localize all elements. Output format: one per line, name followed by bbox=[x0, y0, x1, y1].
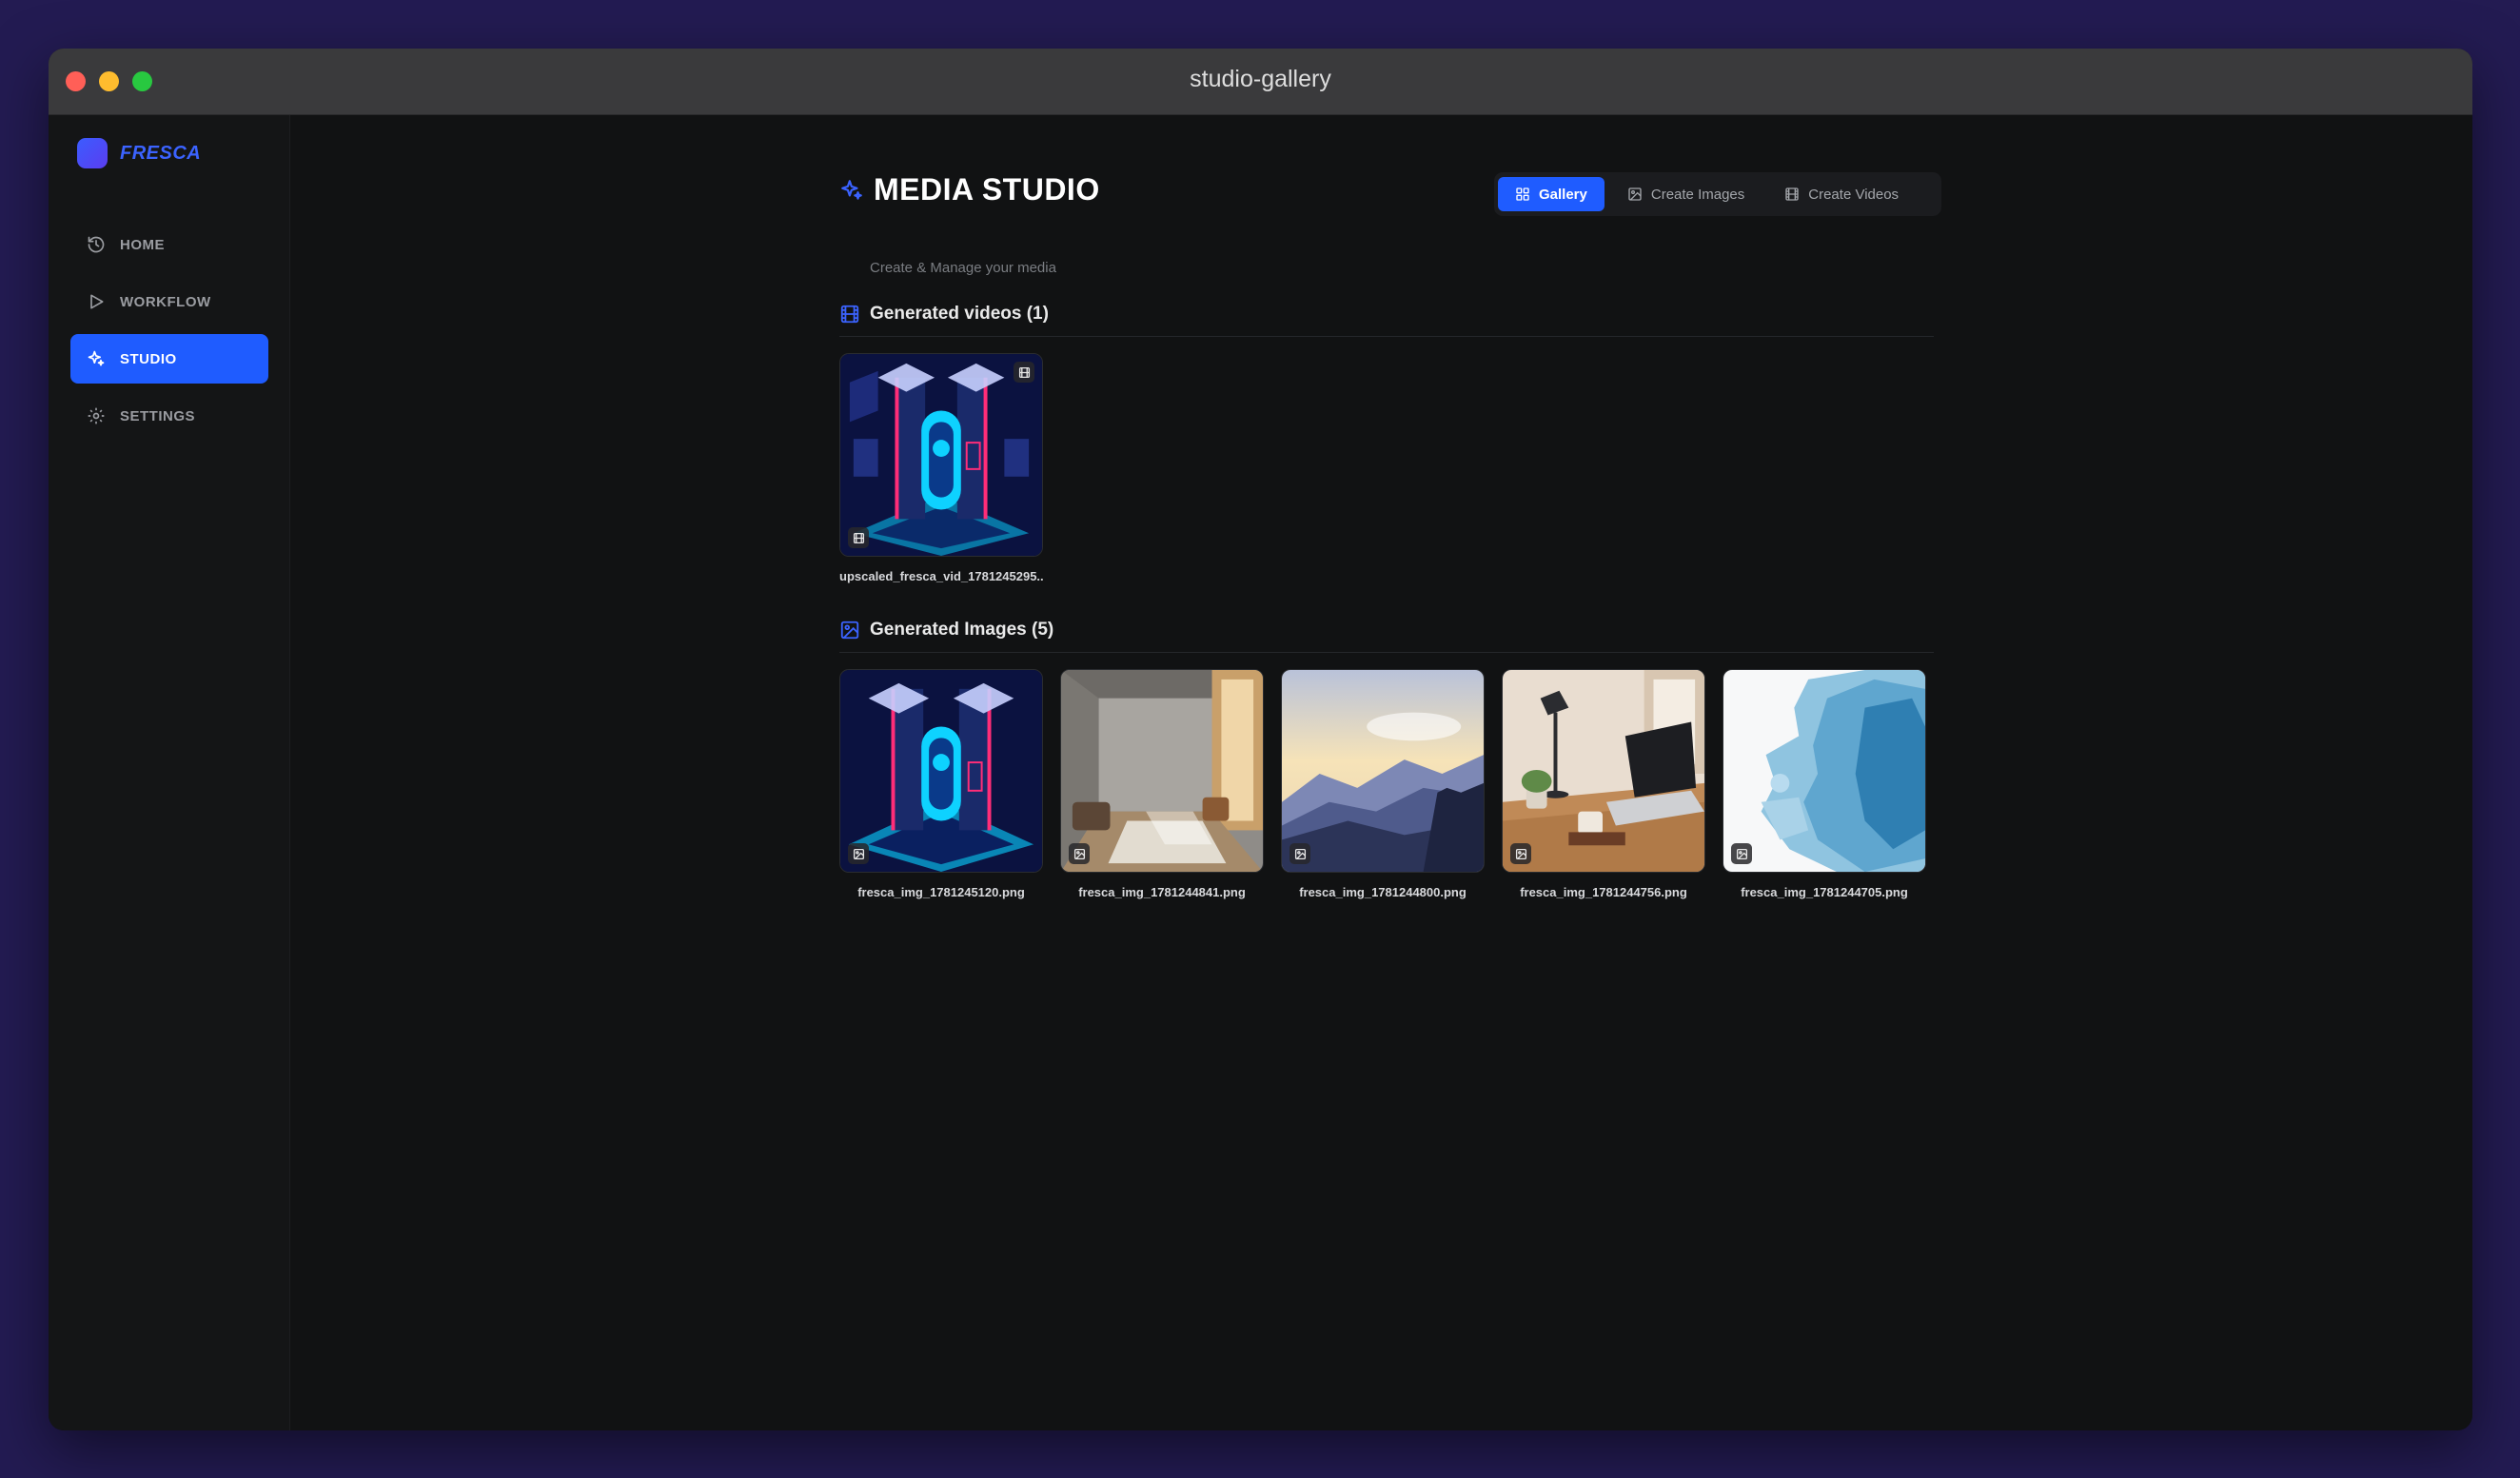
image-card[interactable]: fresca_img_1781244705.png bbox=[1723, 669, 1926, 899]
window-title: studio-gallery bbox=[1190, 66, 1331, 92]
image-filename: fresca_img_1781244841.png bbox=[1078, 885, 1246, 899]
tab-label: Create Images bbox=[1650, 186, 1745, 203]
image-badge bbox=[1069, 843, 1090, 864]
cyber-tower-artwork bbox=[840, 354, 1042, 556]
brand[interactable]: FRESCA bbox=[77, 138, 201, 168]
sidebar-item-label: HOME bbox=[120, 236, 165, 253]
image-thumbnail[interactable] bbox=[1281, 669, 1485, 873]
image-thumbnail[interactable] bbox=[839, 669, 1043, 873]
brand-logo bbox=[77, 138, 108, 168]
brand-name: FRESCA bbox=[120, 142, 202, 164]
gear-icon bbox=[88, 407, 105, 424]
image-card[interactable]: fresca_img_1781245120.png bbox=[839, 669, 1043, 899]
film-icon bbox=[1018, 366, 1030, 378]
sparkles-icon bbox=[841, 179, 862, 200]
tab-label: Create Videos bbox=[1808, 186, 1900, 203]
images-section-title: Generated Images (5) bbox=[870, 620, 1054, 640]
watercolor-splash-artwork bbox=[1723, 670, 1925, 872]
image-filename: fresca_img_1781244800.png bbox=[1299, 885, 1467, 899]
film-icon bbox=[840, 305, 859, 324]
sidebar-item-label: WORKFLOW bbox=[120, 293, 211, 310]
interior-room-artwork bbox=[1061, 670, 1263, 872]
image-filename: fresca_img_1781244756.png bbox=[1520, 885, 1687, 899]
sidebar-item-home[interactable]: HOME bbox=[70, 220, 268, 269]
image-icon bbox=[1294, 848, 1306, 859]
image-filename: fresca_img_1781244705.png bbox=[1741, 885, 1908, 899]
videos-section-header: Generated videos (1) bbox=[839, 304, 1934, 337]
image-card[interactable]: fresca_img_1781244756.png bbox=[1502, 669, 1705, 899]
sidebar-item-studio[interactable]: STUDIO bbox=[70, 334, 268, 384]
main-area: MEDIA STUDIO Create & Manage your media … bbox=[290, 115, 2472, 1430]
history-icon bbox=[88, 236, 105, 253]
tab-label: Gallery bbox=[1539, 186, 1587, 203]
app-window: studio-gallery FRESCA HOME WORKFLOW STUD… bbox=[49, 49, 2472, 1430]
image-filename: fresca_img_1781245120.png bbox=[857, 885, 1025, 899]
video-badge bbox=[1014, 362, 1034, 383]
sparkles-icon bbox=[88, 350, 105, 366]
videos-section-title: Generated videos (1) bbox=[870, 304, 1049, 324]
video-card[interactable]: upscaled_fresca_vid_1781245295.... bbox=[839, 353, 1043, 583]
image-icon bbox=[1628, 187, 1642, 201]
tab-create-images[interactable]: Create Images bbox=[1610, 177, 1762, 211]
page-title: MEDIA STUDIO bbox=[874, 172, 1100, 207]
desk-workspace-artwork bbox=[1503, 670, 1704, 872]
image-thumbnail[interactable] bbox=[1723, 669, 1926, 873]
image-icon bbox=[1736, 848, 1747, 859]
sidebar: FRESCA HOME WORKFLOW STUDIO SETTINGS bbox=[49, 115, 290, 1430]
image-card[interactable]: fresca_img_1781244841.png bbox=[1060, 669, 1264, 899]
mountain-landscape-artwork bbox=[1282, 670, 1484, 872]
sidebar-item-label: SETTINGS bbox=[120, 407, 196, 424]
film-icon bbox=[853, 532, 864, 543]
image-badge bbox=[1731, 843, 1752, 864]
video-badge bbox=[848, 527, 869, 548]
image-card[interactable]: fresca_img_1781244800.png bbox=[1281, 669, 1485, 899]
image-icon bbox=[840, 621, 859, 640]
sidebar-item-settings[interactable]: SETTINGS bbox=[70, 391, 268, 441]
images-section-header: Generated Images (5) bbox=[839, 620, 1934, 653]
play-icon bbox=[90, 294, 104, 309]
image-badge bbox=[1290, 843, 1310, 864]
image-icon bbox=[1073, 848, 1085, 859]
tab-create-videos[interactable]: Create Videos bbox=[1767, 177, 1916, 211]
video-filename: upscaled_fresca_vid_1781245295.... bbox=[839, 569, 1043, 583]
view-tabs: Gallery Create Images Create Videos bbox=[1494, 172, 1941, 216]
image-badge bbox=[848, 843, 869, 864]
image-icon bbox=[1515, 848, 1526, 859]
sidebar-item-workflow[interactable]: WORKFLOW bbox=[70, 277, 268, 326]
cyber-tower-artwork bbox=[840, 670, 1042, 872]
title-bar: studio-gallery bbox=[49, 49, 2472, 115]
sidebar-nav: HOME WORKFLOW STUDIO SETTINGS bbox=[70, 220, 268, 448]
film-icon bbox=[1785, 187, 1799, 201]
tab-gallery[interactable]: Gallery bbox=[1498, 177, 1605, 211]
image-thumbnail[interactable] bbox=[1502, 669, 1705, 873]
page-subtitle: Create & Manage your media bbox=[870, 260, 1056, 276]
image-badge bbox=[1510, 843, 1531, 864]
video-thumbnail[interactable] bbox=[839, 353, 1043, 557]
sidebar-item-label: STUDIO bbox=[120, 350, 177, 367]
image-icon bbox=[853, 848, 864, 859]
image-thumbnail[interactable] bbox=[1060, 669, 1264, 873]
page-header: MEDIA STUDIO bbox=[839, 172, 1100, 207]
grid-icon bbox=[1516, 187, 1529, 201]
